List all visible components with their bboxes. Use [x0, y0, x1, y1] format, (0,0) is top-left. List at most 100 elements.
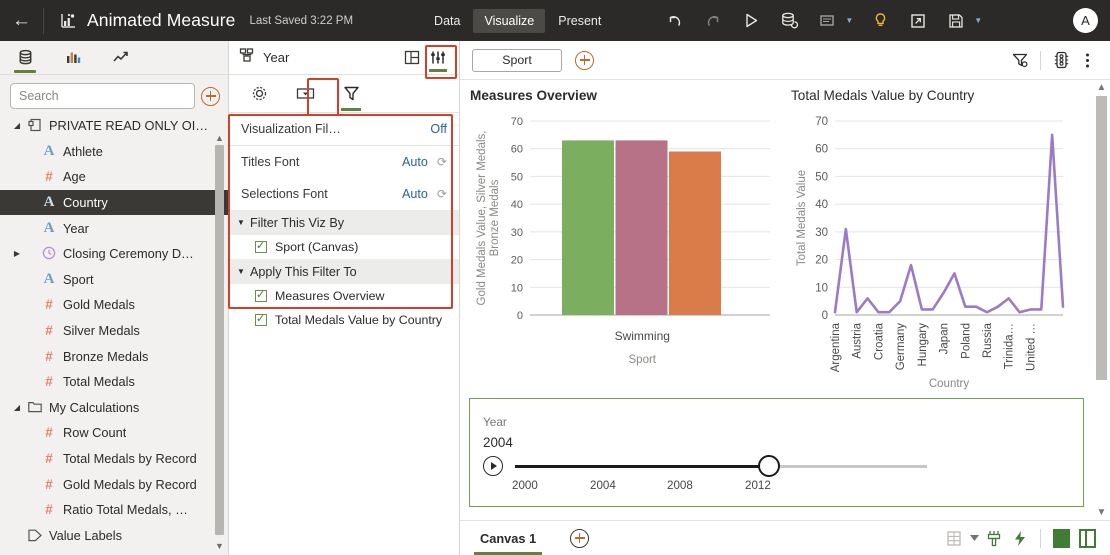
share-export-icon[interactable] — [907, 10, 929, 32]
scroll-down-icon[interactable]: ▼ — [215, 541, 224, 551]
paint-brush-icon[interactable] — [981, 525, 1007, 551]
field-item-gold-medals-by-record[interactable]: # Gold Medals by Record — [0, 471, 228, 497]
bar-gold-medals-value[interactable] — [562, 140, 614, 315]
search-input[interactable]: Search — [10, 83, 195, 109]
canvas-layout-icon[interactable] — [941, 525, 967, 551]
line-chart-svg[interactable]: 0 10 20 30 40 50 60 70 Argentina Austria Croatia Ge… — [791, 103, 1096, 393]
x-axis-tick: Argentina — [830, 322, 842, 372]
add-filter-icon[interactable] — [575, 50, 594, 70]
field-item-year[interactable]: A Year — [0, 215, 228, 241]
save-caret-icon[interactable]: ▼ — [974, 16, 982, 25]
expand-triangle-icon[interactable]: ▶ — [10, 249, 24, 258]
titles-font-row[interactable]: Titles Font Auto ⟳ — [229, 146, 459, 178]
mode-present[interactable]: Present — [547, 9, 612, 33]
field-item-value-labels[interactable]: Value Labels — [0, 523, 228, 549]
collapse-triangle-icon[interactable]: ▼ — [237, 218, 250, 227]
refresh-data-icon[interactable] — [778, 10, 800, 32]
year-animation-slider-card[interactable]: Year 2004 2000 2004 2008 2012 — [469, 398, 1084, 507]
slider-track-filled[interactable] — [515, 465, 770, 468]
chart-measures-overview[interactable]: Measures Overview 0 10 20 30 40 50 60 70 Swimmin… — [470, 88, 788, 398]
field-item-silver-medals[interactable]: # Silver Medals — [0, 318, 228, 344]
scroll-thumb[interactable] — [215, 145, 224, 535]
selections-font-row[interactable]: Selections Font Auto ⟳ — [229, 178, 459, 210]
field-item-private-read-only-oi[interactable]: ◢ PRIVATE READ ONLY OI… — [0, 113, 228, 139]
undo-icon[interactable] — [664, 10, 686, 32]
checkbox-measures-overview[interactable] — [255, 288, 267, 302]
play-circle-icon[interactable] — [483, 456, 503, 476]
data-panel-scrollbar[interactable]: ▲ ▼ — [215, 133, 224, 551]
back-button[interactable]: ← — [0, 0, 43, 41]
avatar[interactable]: A — [1073, 8, 1098, 33]
layout-grid-icon[interactable] — [399, 43, 425, 73]
apply-this-filter-to-group[interactable]: ▼ Apply This Filter To — [229, 259, 459, 284]
field-item-age[interactable]: # Age — [0, 164, 228, 190]
visualization-filter-row[interactable]: Visualization Fil… Off — [229, 113, 459, 145]
funnel-icon[interactable] — [337, 77, 365, 111]
canvas-scrollbar[interactable]: ▲ ▼ — [1095, 82, 1108, 518]
gear-icon[interactable] — [245, 77, 273, 111]
collapse-triangle-icon[interactable]: ▼ — [237, 267, 250, 276]
bar-bronze-medals[interactable] — [669, 151, 721, 315]
field-item-total-medals[interactable]: # Total Medals — [0, 369, 228, 395]
properties-sliders-icon[interactable] — [425, 43, 451, 73]
checkbox-total-medals-value-by-country[interactable] — [255, 312, 267, 326]
scroll-up-icon[interactable]: ▲ — [1095, 82, 1108, 93]
field-item-country[interactable]: A Country — [0, 189, 228, 216]
field-item-closing-ceremony-d[interactable]: ▶ Closing Ceremony D… — [0, 241, 228, 267]
comment-icon[interactable] — [816, 10, 838, 32]
field-item-bronze-medals[interactable]: # Bronze Medals — [0, 343, 228, 369]
filter-source-item[interactable]: Sport (Canvas) — [229, 235, 459, 259]
play-icon[interactable] — [740, 10, 762, 32]
toggle-right-panel-icon[interactable] — [1074, 525, 1100, 551]
insights-bulb-icon[interactable] — [869, 10, 891, 32]
checkbox-sport-canvas[interactable] — [255, 239, 267, 253]
line-series-total-medals-value[interactable] — [833, 133, 1065, 314]
field-item-gold-medals[interactable]: # Gold Medals — [0, 292, 228, 318]
canvas-tab-1[interactable]: Canvas 1 — [474, 521, 543, 555]
scroll-thumb[interactable] — [1096, 96, 1107, 380]
filter-this-viz-by-group[interactable]: ▼ Filter This Viz By — [229, 210, 459, 235]
bar-silver-medals[interactable] — [615, 140, 668, 315]
comment-caret-icon[interactable]: ▼ — [845, 16, 853, 25]
apply-target-item[interactable]: Measures Overview — [229, 284, 459, 308]
field-item-row-count[interactable]: # Row Count — [0, 420, 228, 446]
analytics-tab[interactable] — [106, 42, 136, 73]
scroll-up-icon[interactable]: ▲ — [215, 133, 224, 143]
collapse-triangle-icon[interactable]: ◢ — [10, 403, 24, 412]
visualizations-tab[interactable] — [58, 42, 88, 73]
slider-track-empty[interactable] — [770, 465, 927, 468]
scroll-down-icon[interactable]: ▼ — [1095, 507, 1108, 518]
bar-chart-svg[interactable]: 0 10 20 30 40 50 60 70 Swimming Sport Gold Medals … — [470, 103, 782, 373]
toggle-left-panel-icon[interactable] — [1048, 525, 1074, 551]
selections-font-reset-icon[interactable]: ⟳ — [437, 187, 447, 201]
clear-filters-icon[interactable] — [1007, 47, 1033, 73]
add-dataset-icon[interactable] — [201, 86, 220, 106]
slider-thumb[interactable] — [758, 455, 780, 477]
field-item-athlete[interactable]: A Athlete — [0, 139, 228, 165]
data-tab[interactable] — [10, 42, 40, 73]
mode-visualize[interactable]: Visualize — [473, 8, 546, 33]
save-icon[interactable] — [945, 10, 967, 32]
field-label: Year — [63, 220, 89, 236]
collapse-triangle-icon[interactable]: ◢ — [10, 121, 24, 130]
field-item-my-calculations[interactable]: ◢ My Calculations — [0, 395, 228, 421]
redo-icon[interactable] — [702, 10, 724, 32]
dropdown-box-icon[interactable] — [291, 77, 319, 111]
y-axis-tick: 20 — [815, 255, 828, 267]
visualization-filter-value[interactable]: Off — [430, 122, 447, 136]
auto-insights-icon[interactable] — [1007, 525, 1033, 551]
field-item-sport[interactable]: A Sport — [0, 267, 228, 293]
field-item-ratio-total-medals[interactable]: # Ratio Total Medals, … — [0, 497, 228, 523]
selections-font-value[interactable]: Auto — [402, 187, 428, 201]
titles-font-reset-icon[interactable]: ⟳ — [437, 155, 447, 169]
data-actions-icon[interactable] — [1048, 47, 1074, 73]
titles-font-value[interactable]: Auto — [402, 155, 428, 169]
add-canvas-icon[interactable] — [570, 528, 590, 548]
layout-dropdown-caret-icon[interactable] — [967, 525, 981, 551]
field-item-total-medals-by-record[interactable]: # Total Medals by Record — [0, 446, 228, 472]
chart-total-medals-by-country[interactable]: Total Medals Value by Country 0 10 20 30 40 5… — [791, 88, 1101, 398]
filter-chip-sport[interactable]: Sport — [472, 48, 562, 72]
apply-target-item[interactable]: Total Medals Value by Country — [229, 308, 459, 332]
mode-data[interactable]: Data — [423, 9, 471, 33]
more-menu-icon[interactable] — [1074, 47, 1100, 73]
